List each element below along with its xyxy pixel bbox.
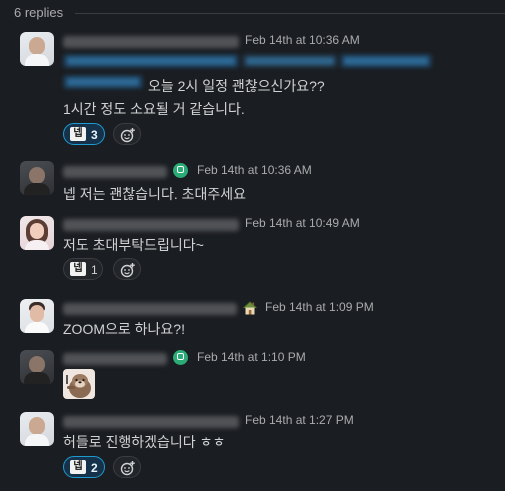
ok-emoji: 넵 xyxy=(70,460,86,474)
message-text: 1시간 정도 소요될 거 같습니다. xyxy=(63,101,245,117)
message-header: Feb 14th at 1:10 PM xyxy=(63,350,493,368)
ok-emoji: 넵 xyxy=(70,262,86,276)
sender-name-redacted[interactable] xyxy=(63,166,167,178)
sender-name-redacted[interactable] xyxy=(63,416,239,428)
avatar[interactable] xyxy=(20,412,54,446)
smile-plus-icon xyxy=(120,263,135,278)
message-header: Feb 14th at 10:36 AM xyxy=(63,33,493,51)
avatar[interactable] xyxy=(20,161,54,195)
mention-redacted[interactable] xyxy=(340,54,432,68)
sender-name-redacted[interactable] xyxy=(63,303,237,315)
timestamp[interactable]: Feb 14th at 10:49 AM xyxy=(245,216,360,230)
timestamp[interactable]: Feb 14th at 1:09 PM xyxy=(265,300,374,314)
avatar[interactable] xyxy=(20,216,54,250)
thread-pane: 6 replies Feb 14th at 10:36 AM 오늘 2시 일정 … xyxy=(0,0,505,491)
message-text: 오늘 2시 일정 괜찮으신가요?? xyxy=(148,78,325,94)
replies-count[interactable]: 6 replies xyxy=(14,5,63,20)
message-text: ZOOM으로 하나요?! xyxy=(63,321,185,337)
sender-name-redacted[interactable] xyxy=(63,36,239,48)
timestamp[interactable]: Feb 14th at 1:27 PM xyxy=(245,413,354,427)
thread-replies-header: 6 replies xyxy=(0,0,505,26)
message-text: 저도 초대부탁드립니다~ xyxy=(63,237,204,253)
message-header: Feb 14th at 10:49 AM xyxy=(63,216,493,234)
add-reaction-button[interactable] xyxy=(113,456,141,478)
sender-name-redacted[interactable] xyxy=(63,353,167,365)
avatar[interactable] xyxy=(20,32,54,66)
divider xyxy=(75,13,505,14)
reaction-count: 2 xyxy=(91,461,98,475)
otter-sticker-image[interactable] xyxy=(63,369,95,399)
house-icon[interactable] xyxy=(242,300,258,316)
message-text: 허들로 진행하겠습니다 ㅎㅎ xyxy=(63,434,226,450)
reaction-count: 3 xyxy=(91,128,98,142)
avatar[interactable] xyxy=(20,299,54,333)
reply-message[interactable]: Feb 14th at 1:10 PM xyxy=(0,347,505,402)
green-status-icon[interactable] xyxy=(173,163,188,178)
mention-redacted[interactable] xyxy=(63,75,143,89)
timestamp[interactable]: Feb 14th at 10:36 AM xyxy=(197,163,312,177)
reply-message[interactable]: Feb 14th at 10:36 AM 오늘 2시 일정 괜찮으신가요?? 1… xyxy=(0,30,505,148)
timestamp[interactable]: Feb 14th at 1:10 PM xyxy=(197,350,306,364)
reaction-count: 1 xyxy=(91,263,98,277)
add-reaction-button[interactable] xyxy=(113,258,141,280)
timestamp[interactable]: Feb 14th at 10:36 AM xyxy=(245,33,360,47)
reply-message[interactable]: Feb 14th at 1:09 PM ZOOM으로 하나요?! xyxy=(0,297,505,347)
reaction-pill[interactable]: 넵 3 xyxy=(63,123,105,145)
ok-emoji: 넵 xyxy=(70,127,86,141)
smile-plus-icon xyxy=(120,128,135,143)
sender-name-redacted[interactable] xyxy=(63,219,239,231)
reply-message[interactable]: Feb 14th at 1:27 PM 허들로 진행하겠습니다 ㅎㅎ 넵 2 xyxy=(0,410,505,490)
reply-message[interactable]: Feb 14th at 10:49 AM 저도 초대부탁드립니다~ 넵 1 xyxy=(0,213,505,285)
reaction-pill[interactable]: 넵 2 xyxy=(63,456,105,478)
green-status-icon[interactable] xyxy=(173,350,188,365)
message-header: Feb 14th at 10:36 AM xyxy=(63,163,493,181)
avatar[interactable] xyxy=(20,350,54,384)
mention-redacted[interactable] xyxy=(242,54,338,68)
message-header: Feb 14th at 1:27 PM xyxy=(63,413,493,431)
otter-sticker-icon xyxy=(66,374,91,398)
reply-message[interactable]: Feb 14th at 10:36 AM 넵 저는 괜찮습니다. 초대주세요 xyxy=(0,158,505,208)
message-text: 넵 저는 괜찮습니다. 초대주세요 xyxy=(63,186,246,202)
mention-redacted[interactable] xyxy=(63,54,239,68)
reaction-pill[interactable]: 넵 1 xyxy=(63,258,103,280)
message-header: Feb 14th at 1:09 PM xyxy=(63,300,493,318)
add-reaction-button[interactable] xyxy=(113,123,141,145)
smile-plus-icon xyxy=(120,461,135,476)
